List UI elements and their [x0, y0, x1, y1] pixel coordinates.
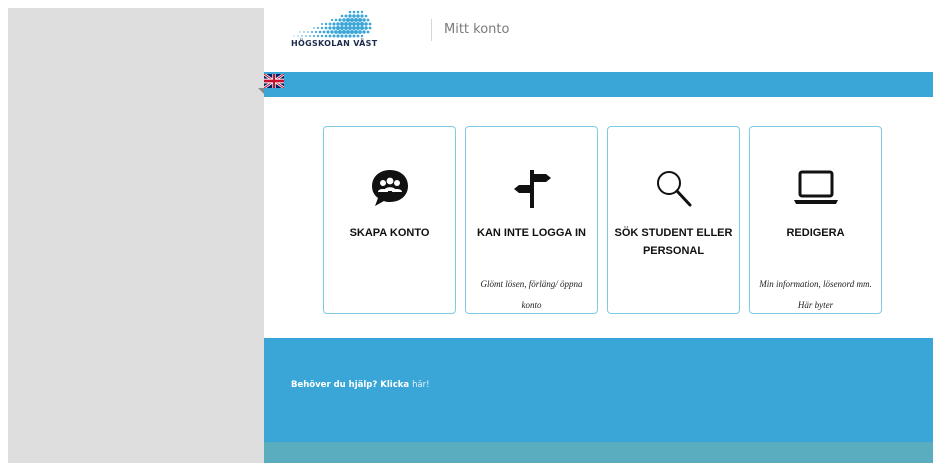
card-skapa-konto[interactable]: SKAPA KONTO — [323, 126, 456, 314]
card-title: SKAPA KONTO — [349, 227, 430, 239]
magnifier-icon — [608, 167, 739, 209]
header: HÖGSKOLAN VÄST Mitt konto — [264, 8, 933, 72]
page-title: Mitt konto — [444, 22, 510, 37]
footer-bottom-bar — [264, 442, 933, 463]
header-divider — [431, 19, 432, 41]
help-text: Behöver du hjälp? Klicka här! — [291, 380, 430, 390]
help-link[interactable]: här! — [412, 380, 430, 390]
left-side-panel — [8, 8, 264, 463]
card-title: REDIGERA — [786, 227, 845, 239]
footer: Behöver du hjälp? Klicka här! — [264, 338, 933, 442]
card-kan-inte-logga-in[interactable]: KAN INTE LOGGA IN Glömt lösen, förläng/ … — [465, 126, 598, 314]
card-description: Glömt lösen, förläng/ öppna konto — [480, 279, 583, 310]
help-label: Behöver du hjälp? Klicka — [291, 380, 413, 390]
logo-text: HÖGSKOLAN VÄST — [291, 39, 378, 48]
top-blue-bar — [264, 72, 933, 97]
laptop-icon — [750, 167, 881, 209]
card-redigera[interactable]: REDIGERA Min information, lösenord mm. H… — [749, 126, 882, 314]
ribbon-fold — [258, 88, 264, 94]
card-title: SÖK STUDENT ELLER PERSONAL — [614, 227, 733, 257]
card-sok-student[interactable]: SÖK STUDENT ELLER PERSONAL — [607, 126, 740, 314]
uk-flag-icon[interactable] — [264, 74, 284, 88]
main-content: HÖGSKOLAN VÄST Mitt konto SKAPA KONTO KA… — [264, 8, 933, 463]
signpost-icon — [466, 167, 597, 209]
card-title: KAN INTE LOGGA IN — [477, 227, 586, 239]
card-description: Min information, lösenord mm. Här byter — [759, 279, 872, 310]
people-chat-icon — [324, 167, 455, 209]
